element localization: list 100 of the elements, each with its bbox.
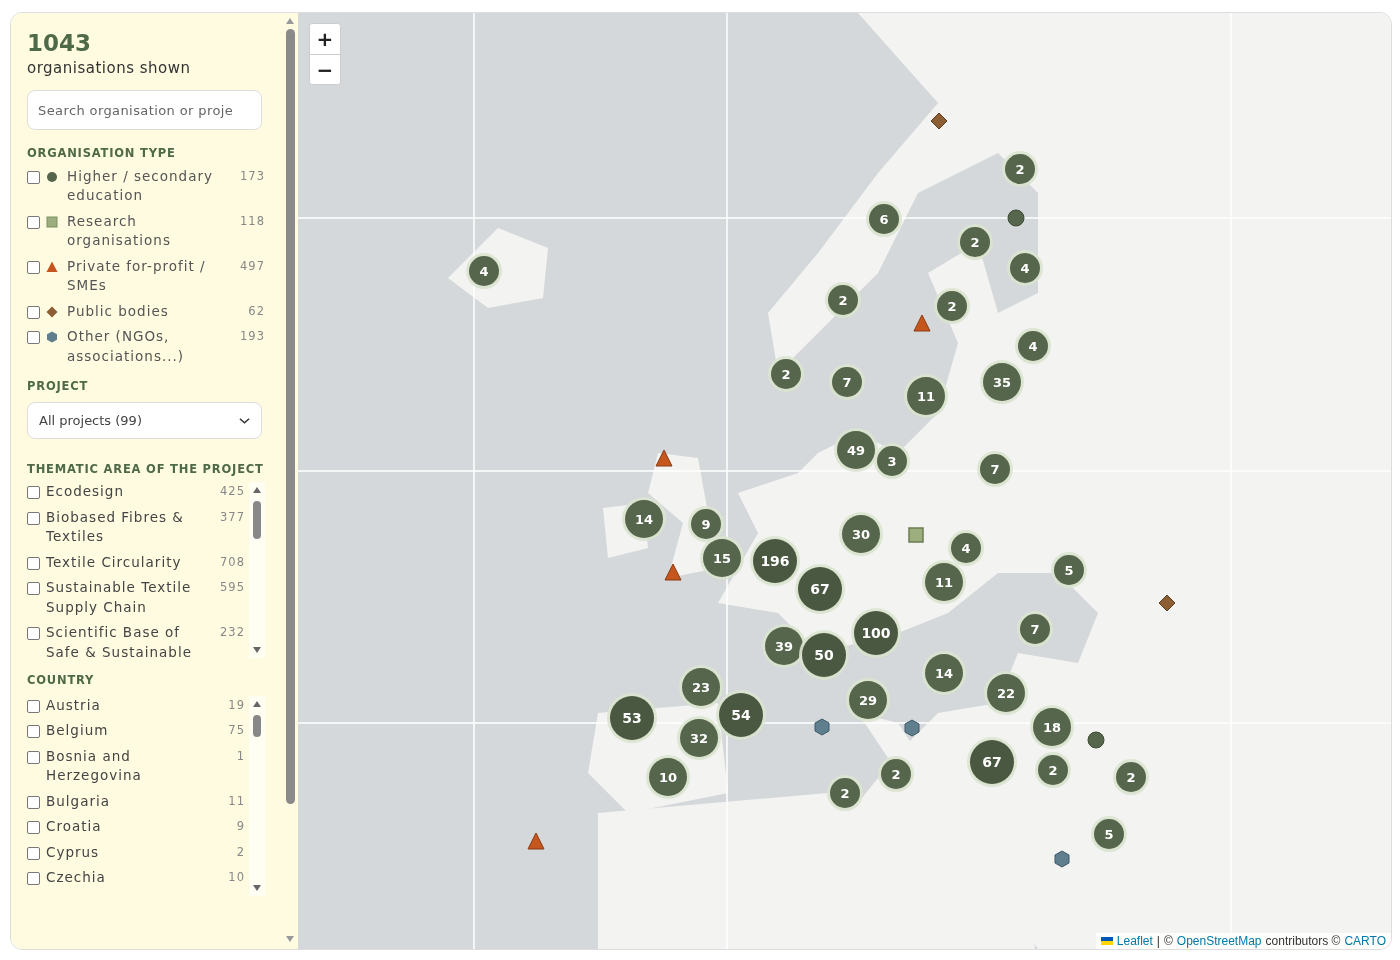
cluster-marker[interactable]: 2	[937, 291, 967, 321]
checkbox[interactable]	[27, 750, 40, 764]
cluster-marker[interactable]: 53	[610, 696, 654, 740]
cluster-marker[interactable]: 39	[765, 627, 803, 665]
cluster-marker[interactable]: 49	[837, 431, 875, 469]
scrollbar[interactable]	[249, 695, 265, 896]
cluster-marker[interactable]: 14	[625, 500, 663, 538]
cluster-marker[interactable]: 18	[1033, 708, 1071, 746]
scroll-down-icon[interactable]	[285, 935, 295, 943]
cluster-marker[interactable]: 196	[753, 539, 797, 583]
scroll-down-icon[interactable]	[252, 646, 262, 655]
cluster-marker[interactable]: 100	[854, 611, 898, 655]
checkbox[interactable]	[27, 846, 40, 860]
cluster-marker[interactable]: 7	[832, 367, 862, 397]
organisations-shown-label: organisations shown	[27, 59, 192, 78]
scroll-up-icon[interactable]	[252, 699, 262, 708]
cluster-marker[interactable]: 4	[1010, 253, 1040, 283]
ukraine-flag-icon	[1100, 937, 1113, 945]
cluster-marker[interactable]: 10	[649, 758, 687, 796]
attribution-link[interactable]: CARTO	[1344, 934, 1386, 948]
cluster-marker[interactable]: 50	[802, 633, 846, 677]
cluster-marker[interactable]: 15	[703, 539, 741, 577]
option-count: 75	[228, 722, 245, 740]
cluster-marker[interactable]: 4	[1018, 331, 1048, 361]
scrollbar[interactable]	[249, 482, 265, 659]
checkbox[interactable]	[27, 725, 40, 739]
cluster-marker[interactable]: 11	[907, 377, 945, 415]
checkbox[interactable]	[27, 260, 40, 274]
checkbox[interactable]	[27, 486, 40, 500]
triangle-marker-icon	[46, 260, 58, 273]
cluster-marker[interactable]: 2	[1005, 154, 1035, 184]
cluster-marker[interactable]: 30	[842, 515, 880, 553]
cluster-marker[interactable]: 7	[1020, 614, 1050, 644]
cluster-marker[interactable]: 2	[960, 227, 990, 257]
cluster-marker[interactable]: 2	[1116, 762, 1146, 792]
cluster-marker[interactable]: 3	[877, 446, 907, 476]
cluster-marker[interactable]: 11	[925, 563, 963, 601]
hexagon-marker-icon[interactable]	[1053, 850, 1071, 868]
hexagon-marker-icon[interactable]	[813, 718, 831, 736]
cluster-marker[interactable]: 14	[925, 654, 963, 692]
checkbox[interactable]	[27, 699, 40, 713]
scroll-down-icon[interactable]	[252, 883, 262, 892]
option-label: Bosnia and Herzegovina	[46, 746, 143, 786]
attribution-link[interactable]: OpenStreetMap	[1176, 934, 1262, 948]
scrollbar-thumb[interactable]	[253, 501, 261, 540]
triangle-marker-icon[interactable]	[655, 449, 673, 467]
triangle-marker-icon[interactable]	[913, 314, 931, 332]
scroll-up-icon[interactable]	[285, 17, 295, 25]
checkbox[interactable]	[27, 556, 40, 570]
square-marker-icon[interactable]	[907, 526, 925, 544]
section-heading: THEMATIC AREA OF THE PROJECT	[27, 463, 265, 477]
diamond-marker-icon[interactable]	[930, 112, 948, 130]
diamond-marker-icon	[46, 305, 58, 318]
cluster-marker[interactable]: 29	[849, 681, 887, 719]
checkbox[interactable]	[27, 627, 40, 641]
project-dropdown[interactable]: All projects (99)	[27, 402, 262, 440]
cluster-marker[interactable]: 67	[798, 567, 842, 611]
attribution-link[interactable]: Leaflet	[1116, 934, 1153, 948]
checkbox[interactable]	[27, 170, 40, 184]
cluster-marker[interactable]: 5	[1054, 555, 1084, 585]
option-label: Croatia	[46, 817, 103, 837]
cluster-marker[interactable]: 4	[469, 256, 499, 286]
section-heading: COUNTRY	[27, 674, 96, 688]
zoom-out-button[interactable]: −	[310, 54, 340, 84]
circle-marker-icon[interactable]	[1007, 209, 1025, 227]
cluster-marker[interactable]: 2	[830, 778, 860, 808]
cluster-marker[interactable]: 2	[828, 285, 858, 315]
cluster-marker[interactable]: 35	[983, 363, 1021, 401]
checkbox[interactable]	[27, 582, 40, 596]
triangle-marker-icon[interactable]	[527, 832, 545, 850]
circle-marker-icon[interactable]	[1087, 731, 1105, 749]
cluster-marker[interactable]: 22	[987, 674, 1025, 712]
cluster-marker[interactable]: 2	[1038, 755, 1068, 785]
cluster-marker[interactable]: 54	[719, 693, 763, 737]
checkbox[interactable]	[27, 795, 40, 809]
cluster-marker[interactable]: 9	[691, 509, 721, 539]
scroll-up-icon[interactable]	[252, 486, 262, 495]
cluster-marker[interactable]: 5	[1094, 819, 1124, 849]
cluster-marker[interactable]: 2	[771, 359, 801, 389]
scrollbar-thumb[interactable]	[285, 29, 295, 804]
hexagon-marker-icon[interactable]	[903, 719, 921, 737]
checkbox[interactable]	[27, 872, 40, 886]
attribution-text: contributors ©	[1265, 934, 1341, 948]
checkbox[interactable]	[27, 511, 40, 525]
triangle-marker-icon[interactable]	[664, 563, 682, 581]
cluster-marker[interactable]: 32	[680, 719, 718, 757]
cluster-marker[interactable]: 7	[980, 454, 1010, 484]
cluster-marker[interactable]: 23	[682, 668, 720, 706]
diamond-marker-icon[interactable]	[1158, 594, 1176, 612]
cluster-marker[interactable]: 6	[869, 204, 899, 234]
search-field[interactable]: Search organisation or proje	[27, 90, 262, 131]
checkbox[interactable]	[27, 215, 40, 229]
cluster-marker[interactable]: 4	[951, 533, 981, 563]
option-count: 497	[240, 257, 265, 275]
cluster-marker[interactable]: 67	[970, 740, 1014, 784]
scrollbar-thumb[interactable]	[253, 714, 261, 737]
checkbox[interactable]	[27, 305, 40, 319]
checkbox[interactable]	[27, 331, 40, 344]
cluster-marker[interactable]: 2	[881, 759, 911, 789]
checkbox[interactable]	[27, 821, 40, 835]
